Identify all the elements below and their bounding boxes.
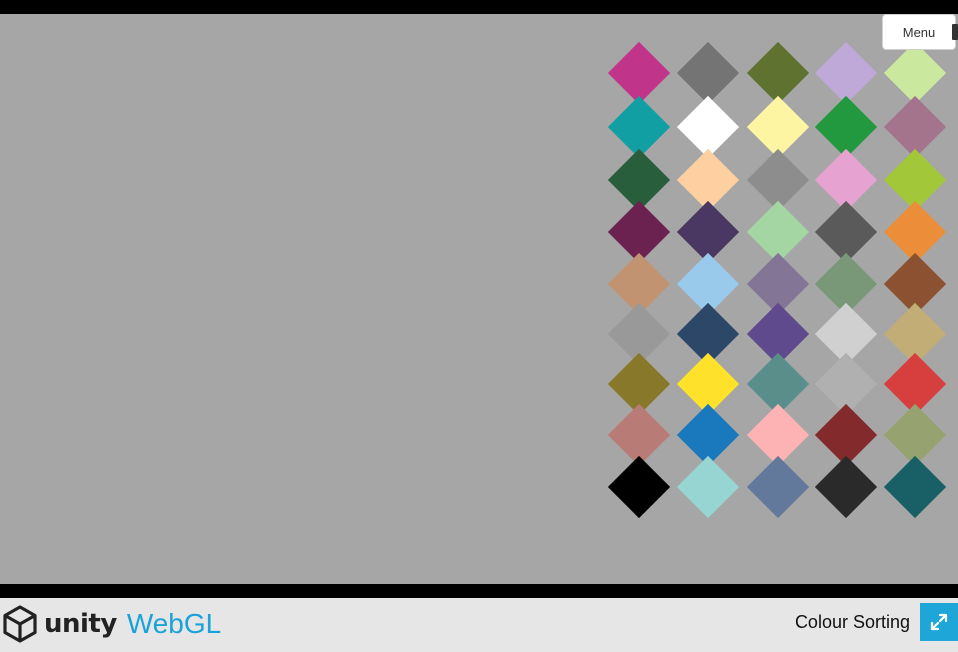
fullscreen-icon	[930, 613, 948, 631]
unity-webgl-logo: unity WebGL	[2, 603, 221, 645]
webgl-footer: unity WebGL Colour Sorting	[0, 598, 958, 652]
colour-tile[interactable]	[883, 455, 947, 519]
colour-tile[interactable]	[746, 455, 810, 519]
unity-cube-icon	[3, 605, 37, 643]
logo-webgl-text: WebGL	[126, 608, 222, 639]
colour-tile[interactable]	[676, 455, 740, 519]
colour-tile[interactable]	[607, 455, 671, 519]
logo-unity-text: unity	[44, 609, 117, 639]
fullscreen-button[interactable]	[920, 603, 958, 641]
colour-tile[interactable]	[814, 41, 878, 105]
colour-tile[interactable]	[814, 455, 878, 519]
colour-tile[interactable]	[746, 41, 810, 105]
colour-tile[interactable]	[676, 41, 740, 105]
game-canvas[interactable]: Menu	[0, 14, 958, 584]
menu-button-label: Menu	[902, 24, 936, 40]
game-title: Colour Sorting	[794, 612, 910, 632]
colour-tile[interactable]	[883, 41, 947, 105]
menu-button[interactable]: Menu	[882, 14, 956, 50]
colour-tile[interactable]	[607, 41, 671, 105]
menu-handle-icon	[952, 24, 958, 40]
